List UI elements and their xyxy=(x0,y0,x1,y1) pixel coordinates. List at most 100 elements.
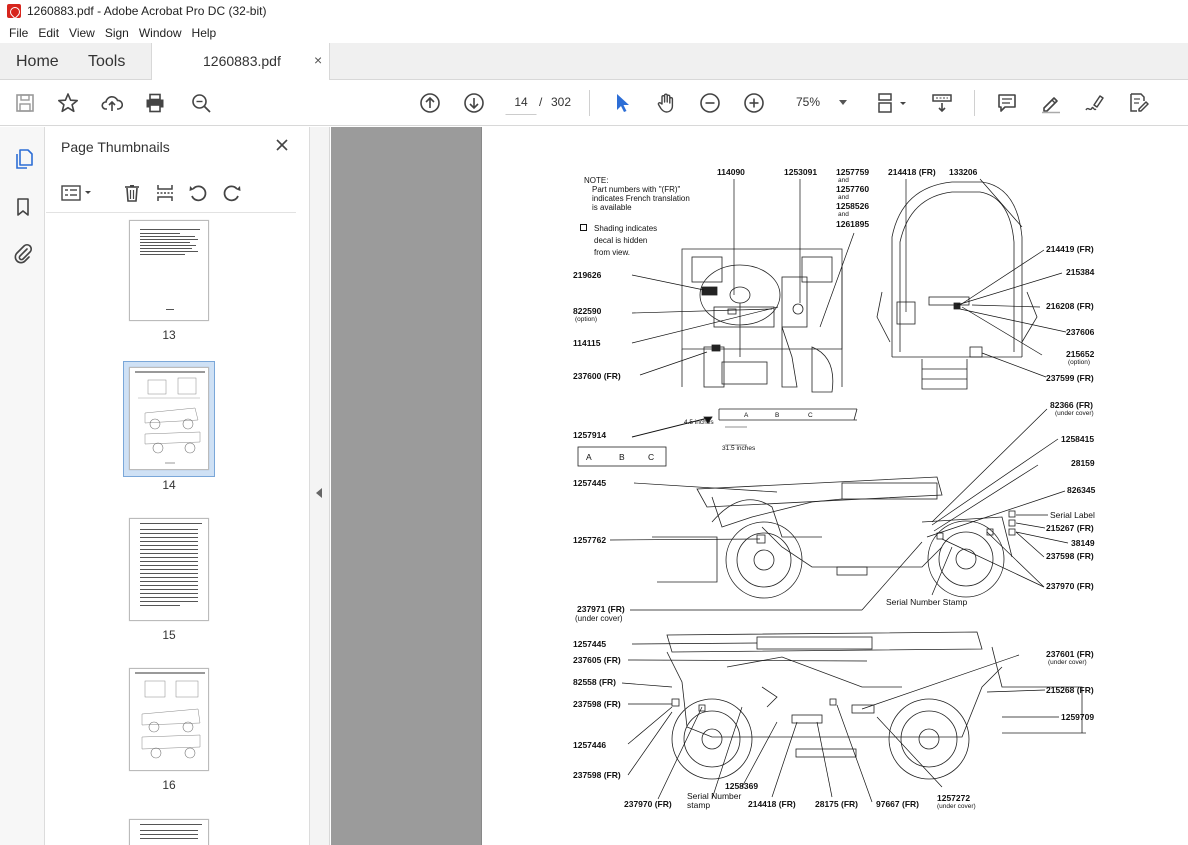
cloud-upload-icon xyxy=(101,96,123,111)
highlighter-pen-icon xyxy=(1042,97,1060,114)
navigation-rail xyxy=(0,127,45,845)
print-button[interactable] xyxy=(143,91,167,115)
signature-pen-icon xyxy=(1085,95,1104,111)
thumbnail-drawing-preview xyxy=(135,672,205,759)
thumbnail-label: 15 xyxy=(162,628,176,642)
toolbar-separator xyxy=(589,90,590,116)
note-line: Part numbers with "(FR)" xyxy=(592,185,681,194)
menu-window[interactable]: Window xyxy=(134,26,187,40)
hand-tool-button[interactable] xyxy=(654,91,678,115)
leader-lines-side-1 xyxy=(609,408,1069,611)
find-button[interactable] xyxy=(189,91,213,115)
part-label: 1253091 xyxy=(784,167,818,177)
total-pages: 302 xyxy=(551,95,572,109)
part-label-and: and xyxy=(838,177,849,184)
dimension-label: 31.5 inches xyxy=(722,445,756,452)
page-number-input[interactable] xyxy=(505,89,537,115)
save-button[interactable] xyxy=(13,91,37,115)
comment-icon xyxy=(998,94,1016,112)
chevron-down-icon xyxy=(839,100,847,105)
part-label-and: and xyxy=(838,211,849,218)
scroll-mode-button[interactable] xyxy=(930,91,954,115)
page-thumbnail-13[interactable] xyxy=(129,220,209,321)
rotate-right-button[interactable] xyxy=(220,181,244,205)
part-label-note: (under cover) xyxy=(937,803,976,810)
tab-document-label: 1260883.pdf xyxy=(203,53,281,69)
menu-view[interactable]: View xyxy=(64,26,100,40)
part-label: 38149 xyxy=(1071,538,1095,548)
zoom-out-button[interactable] xyxy=(698,91,722,115)
comment-button[interactable] xyxy=(995,91,1019,115)
zoom-select[interactable]: 75% xyxy=(783,89,855,115)
part-label: 82558 (FR) xyxy=(573,677,616,687)
highlight-button[interactable] xyxy=(1039,91,1063,115)
part-label: 237601 (FR) xyxy=(1046,649,1094,659)
select-tool-button[interactable] xyxy=(610,91,634,115)
page-thumbnail-14[interactable] xyxy=(129,367,209,470)
tab-bar: Home Tools 1260883.pdf × xyxy=(0,43,1188,81)
menu-edit[interactable]: Edit xyxy=(33,26,64,40)
page-thumbnail-16[interactable] xyxy=(129,668,209,771)
pointer-arrow-icon xyxy=(617,94,629,112)
search-zoom-icon xyxy=(192,94,211,113)
attachments-toggle[interactable] xyxy=(9,239,37,267)
part-label-note: (under cover) xyxy=(1048,659,1087,666)
window-title: 1260883.pdf - Adobe Acrobat Pro DC (32-b… xyxy=(27,4,267,18)
part-label: 237970 (FR) xyxy=(1046,581,1094,591)
options-menu-button[interactable] xyxy=(59,181,95,205)
trash-icon xyxy=(125,185,139,202)
part-label: 114115 xyxy=(573,338,601,348)
edit-pdf-button[interactable] xyxy=(1127,91,1151,115)
shading-legend-box xyxy=(580,224,587,231)
part-label: 1258526 xyxy=(836,201,870,211)
upload-button[interactable] xyxy=(100,91,124,115)
dimension-label: 4.5 inches xyxy=(684,419,714,426)
next-page-button[interactable] xyxy=(462,91,486,115)
printer-icon xyxy=(146,93,164,113)
part-label-option: (option) xyxy=(1068,359,1091,366)
menu-file[interactable]: File xyxy=(4,26,33,40)
tab-tools[interactable]: Tools xyxy=(88,43,125,80)
page-separator: / xyxy=(539,95,543,109)
part-label: 237598 (FR) xyxy=(1046,551,1094,561)
serial-stamp-text: stamp xyxy=(687,800,711,810)
part-label: 1257759 xyxy=(836,167,870,177)
zoom-in-button[interactable] xyxy=(742,91,766,115)
insert-page-button[interactable] xyxy=(153,181,177,205)
sign-button[interactable] xyxy=(1083,91,1107,115)
part-label: 1258369 xyxy=(725,781,759,791)
tab-document[interactable]: 1260883.pdf × xyxy=(151,43,330,81)
previous-page-button[interactable] xyxy=(418,91,442,115)
page-display-button[interactable] xyxy=(874,91,910,115)
collapse-panel-arrow-icon[interactable] xyxy=(316,488,322,498)
machine-side-view-upper xyxy=(652,476,1016,599)
tab-close-button[interactable]: × xyxy=(314,52,322,68)
serial-label-text: Serial Label xyxy=(1050,510,1095,520)
part-label-note: (under cover) xyxy=(575,614,623,623)
arrow-down-circle-icon xyxy=(464,93,484,113)
page-thumbnail-15[interactable] xyxy=(129,518,209,621)
part-label: 237598 (FR) xyxy=(573,699,621,709)
save-icon xyxy=(16,94,34,112)
page-thumbnails-toggle[interactable] xyxy=(9,145,37,173)
toolbar xyxy=(0,80,1188,126)
part-label: 133206 xyxy=(949,167,978,177)
bookmark-star-button[interactable] xyxy=(56,91,80,115)
delete-pages-button[interactable] xyxy=(120,181,144,205)
bookmarks-toggle[interactable] xyxy=(9,193,37,221)
paperclip-icon xyxy=(14,243,33,264)
note-line: Shading indicates xyxy=(594,224,658,233)
panel-splitter[interactable] xyxy=(310,127,330,845)
panel-toolbar xyxy=(46,173,296,213)
tab-home[interactable]: Home xyxy=(16,43,59,80)
rotate-left-button[interactable] xyxy=(186,181,210,205)
menu-sign[interactable]: Sign xyxy=(100,26,134,40)
document-viewer[interactable]: NOTE: Part numbers with "(FR)" indicates… xyxy=(331,127,1188,845)
strip-segment-label: B xyxy=(775,412,780,419)
panel-close-button[interactable] xyxy=(272,135,292,155)
part-label: 214418 (FR) xyxy=(748,799,796,809)
menu-help[interactable]: Help xyxy=(187,26,222,40)
page-thumbnail-17[interactable] xyxy=(129,819,209,845)
zoom-value: 75% xyxy=(796,95,821,109)
thumbnail-label: 16 xyxy=(162,778,176,792)
